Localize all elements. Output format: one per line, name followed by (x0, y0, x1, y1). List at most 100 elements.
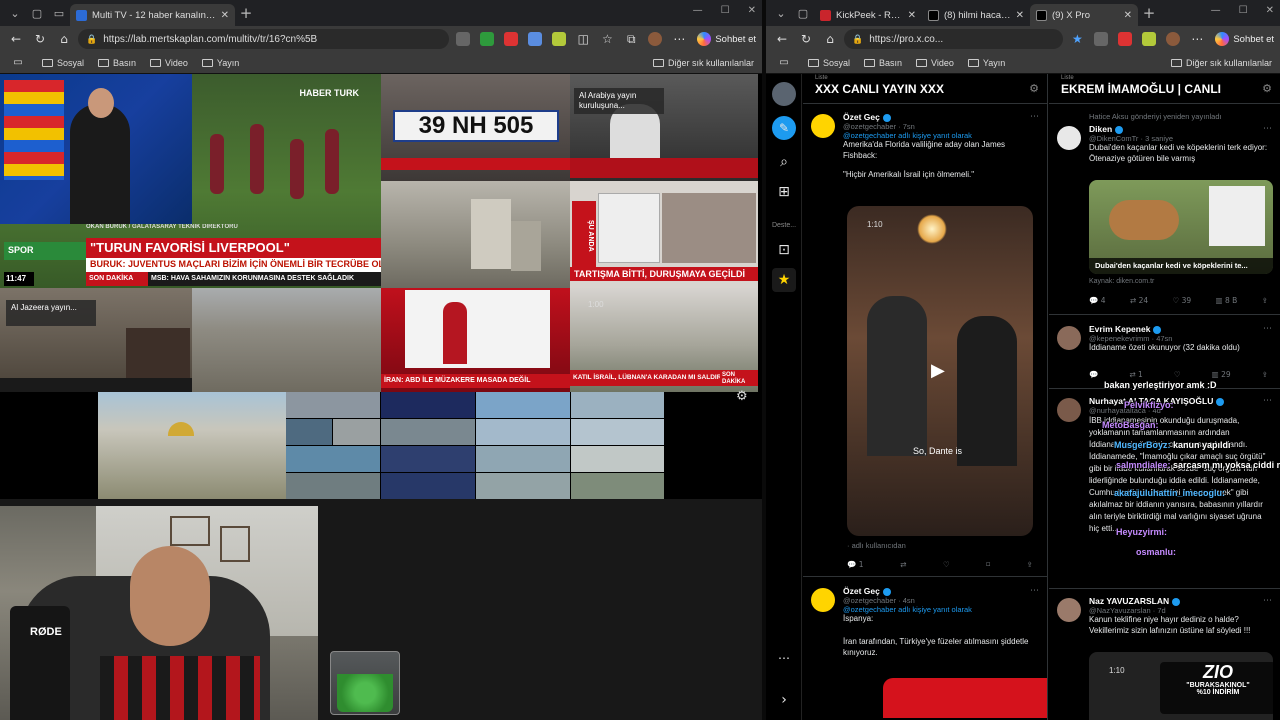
tv-cell-ruins[interactable] (192, 288, 381, 392)
tab-actions-chevron-icon[interactable]: ⌄ (770, 2, 792, 24)
profile-avatar[interactable] (648, 32, 663, 46)
copilot-chat-button[interactable]: Sohbet et (1215, 32, 1274, 46)
link-source[interactable]: Kaynak: diken.com.tr (1089, 278, 1154, 285)
tweet-author[interactable]: Özet Geç (843, 112, 1039, 122)
tweet-author[interactable]: Evrim Kepenek (1089, 324, 1272, 334)
bookmark-sosyal[interactable]: Sosyal (808, 58, 850, 68)
more-menu-icon[interactable]: ⋯ (669, 32, 689, 46)
extension-icon[interactable] (1142, 32, 1157, 46)
tv-cell-aerial-city[interactable] (381, 181, 570, 288)
reply-context[interactable]: @ozetgechaber adlı kişiye yanıt olarak (843, 605, 1039, 614)
tv-cell-trial[interactable]: ŞU ANDA TARTIŞMA BİTTİ, DURUŞMAYA GEÇİLD… (570, 181, 758, 288)
like-icon[interactable]: ♡ (943, 560, 950, 569)
tab-xpro[interactable]: (9) X Pro ✕ (1030, 4, 1138, 26)
tweet-author[interactable]: Naz YAVUZARSLAN (1089, 596, 1272, 606)
expand-sidebar-icon[interactable]: › (772, 688, 796, 712)
close-tab-icon[interactable]: ✕ (908, 10, 916, 21)
url-field[interactable]: 🔒 https://lab.mertskaplan.com/multitv/tr… (78, 29, 450, 49)
sidebar-toggle-icon[interactable]: ▭ (8, 57, 28, 68)
bookmark-yayin[interactable]: Yayın (967, 58, 1005, 68)
close-tab-icon[interactable]: ✕ (221, 10, 229, 21)
minimize-icon[interactable]: — (693, 5, 703, 16)
extension-icon[interactable] (456, 32, 471, 46)
bookmark-sosyal[interactable]: Sosyal (42, 58, 84, 68)
extension-icon[interactable] (552, 32, 567, 46)
starred-deck-icon[interactable]: ★ (772, 268, 796, 292)
close-tab-icon[interactable]: ✕ (1124, 10, 1132, 21)
vertical-tabs-icon[interactable]: ▭ (48, 2, 70, 24)
extension-icon[interactable] (528, 32, 543, 46)
url-field[interactable]: 🔒 https://pro.x.co... (844, 29, 1064, 49)
tweet-media[interactable] (883, 678, 1047, 718)
reply-context[interactable]: @ozetgechaber adlı kişiye yanıt olarak (843, 131, 1039, 140)
deck-icon[interactable]: ⊡ (772, 238, 796, 262)
close-window-icon[interactable]: ✕ (748, 5, 756, 16)
bookmark-video[interactable]: Video (916, 58, 954, 68)
favorite-star-icon[interactable]: ★ (1067, 32, 1087, 46)
split-screen-icon[interactable]: ◫ (573, 32, 593, 46)
home-icon[interactable]: ⌂ (54, 32, 74, 46)
tv-cell-haberturk[interactable]: HABER TURK OKAN BURUK / GALATASARAY TEKN… (0, 74, 381, 288)
like-icon[interactable]: ♡ 39 (1172, 296, 1191, 305)
pip-overlay[interactable]: Al Jazeera yayın... (6, 300, 96, 326)
column-settings-icon[interactable]: ⚙ (1262, 82, 1272, 95)
workspaces-icon[interactable]: ▢ (26, 2, 48, 24)
play-icon[interactable]: ▶ (931, 360, 945, 381)
share-icon[interactable]: ⇪ (1027, 560, 1033, 569)
bookmark-icon[interactable]: ⌑ (986, 560, 990, 569)
close-window-icon[interactable]: ✕ (1266, 5, 1274, 16)
refresh-icon[interactable]: ↻ (30, 32, 50, 46)
more-options-icon[interactable]: ⋯ (772, 646, 796, 670)
more-menu-icon[interactable]: ⋯ (1187, 32, 1207, 46)
retweet-icon[interactable]: ⇄ 24 (1130, 296, 1148, 305)
more-icon[interactable]: ⋯ (1263, 324, 1272, 334)
back-icon[interactable]: ← (772, 32, 792, 46)
share-icon[interactable]: ⇪ (1262, 370, 1268, 379)
bookmark-basin[interactable]: Basın (98, 58, 136, 68)
more-icon[interactable]: ⋯ (1263, 596, 1272, 606)
like-icon[interactable]: ♡ (1174, 370, 1181, 379)
views-icon[interactable]: ▥ 8 B (1216, 296, 1238, 305)
tweet[interactable]: Evrim Kepenek @kepenekevrimm · 47sn İddi… (1049, 324, 1280, 354)
tab-kickpeek[interactable]: KickPeek - Real-tim ✕ (814, 4, 922, 26)
tweet[interactable]: Diken @DikenComTr · 3 saniye Dubai'den k… (1049, 124, 1280, 165)
tweet[interactable]: Özet Geç @ozetgechaber · 4sn @ozetgechab… (803, 586, 1047, 658)
pip-overlay[interactable]: Al Arabiya yayın kuruluşuna... (574, 88, 664, 114)
column-settings-icon[interactable]: ⚙ (1029, 82, 1039, 95)
workspaces-icon[interactable]: ▢ (792, 2, 814, 24)
copilot-chat-button[interactable]: Sohbet et (697, 32, 756, 46)
tweet[interactable]: Naz YAVUZARSLAN @NazYavuzarslan · 7d Kan… (1049, 596, 1280, 637)
bookmark-yayin[interactable]: Yayın (201, 58, 239, 68)
tweet-author[interactable]: Diken (1089, 124, 1272, 134)
link-card[interactable]: Dubai'den kaçanlar kedi ve köpeklerini t… (1089, 180, 1273, 274)
more-icon[interactable]: ⋯ (1030, 112, 1039, 122)
more-icon[interactable]: ⋯ (1263, 124, 1272, 134)
profile-avatar[interactable] (1166, 32, 1181, 46)
tv-cell-aljazeera[interactable]: Al Jazeera yayın... (0, 288, 192, 392)
extension-icon[interactable] (1118, 32, 1133, 46)
close-tab-icon[interactable]: ✕ (1016, 10, 1024, 21)
reply-icon[interactable]: 💬 1 (847, 560, 864, 569)
extension-icon[interactable] (504, 32, 519, 46)
tweet[interactable]: Özet Geç @ozetgechaber · 7sn @ozetgechab… (803, 112, 1047, 180)
tv-cell-lebanon[interactable]: 1:00 KATIL İSRAİL, LÜBNAN'A KARADAN MI S… (570, 288, 758, 392)
tab-multitv[interactable]: Multi TV - 12 haber kanalını aynı a ✕ (70, 4, 235, 26)
compose-icon[interactable]: ✎ (772, 116, 796, 140)
new-tab-icon[interactable]: + (235, 2, 257, 24)
tweet-video[interactable]: 1:10 ▶ So, Dante is (847, 206, 1033, 536)
other-favorites[interactable]: Diğer sık kullanılanlar (1170, 58, 1272, 68)
retweet-icon[interactable]: ⇄ (900, 560, 906, 569)
maximize-icon[interactable]: ☐ (721, 5, 730, 16)
bookmark-basin[interactable]: Basın (864, 58, 902, 68)
tv-cell-cnnturk[interactable]: İRAN: ABD İLE MÜZAKERE MASADA DEĞİL (381, 288, 570, 392)
home-icon[interactable]: ⌂ (820, 32, 840, 46)
views-icon[interactable]: ▥ 29 (1212, 370, 1231, 379)
extension-icon[interactable] (480, 32, 495, 46)
tweet-author[interactable]: Nurhayat ALTACA KAYIŞOĞLU (1089, 396, 1272, 406)
sidebar-toggle-icon[interactable]: ▭ (774, 57, 794, 68)
add-column-icon[interactable]: ⊞ (772, 180, 796, 204)
extension-icon[interactable] (1094, 32, 1109, 46)
reply-icon[interactable]: 💬 (1089, 370, 1098, 379)
settings-gear-icon[interactable]: ⚙ (736, 389, 748, 404)
other-favorites[interactable]: Diğer sık kullanılanlar (652, 58, 754, 68)
